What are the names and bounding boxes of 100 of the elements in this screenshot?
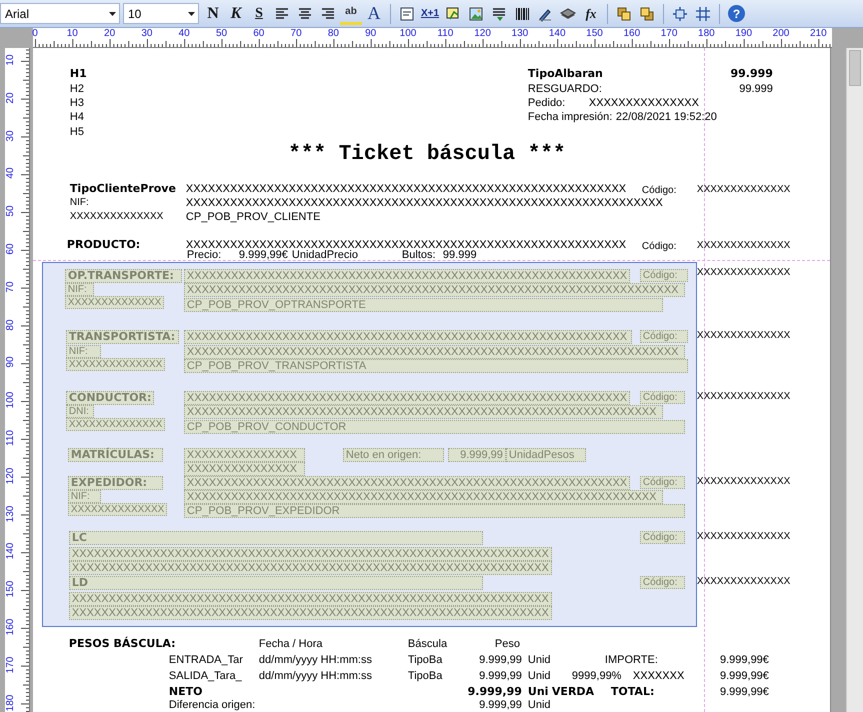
bold-button[interactable]: N — [202, 2, 224, 24]
ruler-number: 170 — [660, 29, 678, 39]
report-field: XXXXXXXXXXXXXX — [696, 330, 790, 341]
font-dropdown[interactable]: Arial — [0, 3, 120, 24]
report-field: XXXXXXXXXXXXXX — [696, 391, 790, 402]
report-field: NIF: — [66, 345, 101, 358]
report-heading: VERDA — [552, 686, 594, 698]
font-size-dropdown[interactable]: 10 — [123, 3, 199, 24]
report-field: 9.999,99€ — [700, 654, 769, 666]
report-field: XXXXXXXXXXXXXX — [68, 503, 168, 516]
report-field: CP_POB_PROV_OPTRANSPORTE — [184, 298, 663, 312]
formula-button[interactable]: fx — [580, 2, 602, 24]
ruler-number: 180 — [698, 29, 715, 39]
ruler-number: 140 — [548, 29, 566, 39]
report-field: Código: — [640, 531, 685, 544]
report-field: XXXXXXXXXXXXXXXXXXXXXXXXXXXXXXXXXXXXXXXXXXXXXXXXXXXXXXXXXXXXXXXXX — [186, 197, 663, 209]
italic-button[interactable]: K — [225, 2, 247, 24]
ruler-number: 150 — [6, 580, 16, 598]
report-field: XXXXXXXXXXXXXXXXXXXXXXXXXXXXXXXXXXXXXXXXXXXXXXXXXXXXXXXXXXXXXXXX — [184, 405, 663, 419]
report-field: XXXXXXXXXXXXXXXXXXXXXXXXXXXXXXXXXXXXXXXXXXXXXXXXXXXXXXXXXXXX — [184, 476, 630, 490]
ruler-number: 170 — [6, 656, 16, 674]
ruler-number: 210 — [810, 29, 827, 39]
ruler-number: 90 — [365, 29, 376, 39]
scrollbar[interactable] — [846, 48, 863, 712]
report-field: 9.999,99€ — [700, 686, 769, 698]
report-field: XXXXXXXXXXXXXXXXXXXXXXXXXXXXXXXXXXXXXXXXXXXXXXXXXXXXXXXXXXXXXXXXX — [68, 561, 552, 575]
ruler-number: 60 — [253, 29, 264, 39]
report-field: XXXXXXXXXXXXXXX — [588, 97, 699, 109]
report-field: Código: — [640, 476, 685, 489]
fontcolor-button[interactable]: A — [363, 2, 385, 24]
report-field: UnidadPesos — [506, 448, 586, 462]
ruler-number: 200 — [772, 29, 790, 39]
report-field: Unid — [528, 670, 551, 682]
report-field: NIF: — [70, 197, 89, 208]
report-field: Precio: — [186, 249, 222, 261]
highlight-button[interactable]: ab — [340, 2, 362, 24]
ruler-number: 90 — [6, 356, 16, 370]
report-heading: 9.999,99 — [466, 686, 522, 698]
report-field: XXXXXXXXXXXXXXXXXXXXXXXXXXXXXXXXXXXXXXXXXXXXXXXXXXXXXXXXXXXXXXXX — [184, 490, 663, 504]
ruler-number: 180 — [6, 694, 16, 712]
report-field: Unid — [528, 699, 551, 711]
report-field: RESGUARDO: — [528, 83, 602, 95]
report-field: Fecha / Hora — [258, 638, 323, 650]
report-field: H2 — [70, 83, 84, 95]
report-field: CP_POB_PROV_CONDUCTOR — [184, 420, 685, 434]
report-field: IMPORTE: — [604, 654, 658, 666]
report-field: XXXXXXXXXXXXXX — [696, 240, 790, 251]
ruler-number: 140 — [6, 542, 16, 560]
report-field: XXXXXXXXXXXXXX — [696, 476, 790, 487]
report-field: XXXXXXXXXXXXXX — [696, 184, 790, 195]
report-field: XXXXXXXXXXXXXX — [696, 531, 790, 542]
report-heading: CONDUCTOR: — [66, 391, 154, 405]
report-field: H3 — [70, 97, 84, 109]
report-field: TipoBa — [408, 670, 442, 682]
report-heading: TOTAL: — [610, 686, 654, 698]
stack-icon — [560, 6, 576, 22]
ruler-number: 190 — [735, 29, 752, 39]
report-field: 9.999,99 — [452, 699, 522, 711]
report-field: 9.999,99 — [452, 654, 522, 666]
report-field: DNI: — [66, 405, 94, 418]
report-heading: LC — [68, 531, 483, 545]
report-field: Código: — [640, 269, 688, 282]
report-field: SALIDA_Tara_ — [168, 670, 242, 682]
counter-button[interactable]: X+1 — [419, 2, 441, 24]
ruler-number: 30 — [6, 129, 16, 144]
report-heading: Uni — [528, 686, 548, 698]
ruler-number: 100 — [6, 391, 16, 410]
underline-button[interactable]: S — [248, 2, 270, 24]
report-heading: NETO — [168, 686, 202, 698]
report-heading: LD — [68, 576, 483, 590]
report-field: dd/mm/yyyy HH:mm:ss — [258, 654, 372, 666]
report-heading: TRANSPORTISTA: — [66, 330, 179, 344]
ruler-number: 130 — [512, 29, 528, 39]
report-field: Peso — [494, 638, 520, 650]
alignright-icon — [320, 6, 336, 22]
ruler-number: 20 — [104, 29, 116, 39]
report-field: 9.999,99 — [452, 670, 522, 682]
report-heading: MATRÍCULAS: — [68, 448, 163, 462]
report-field: ENTRADA_Tar — [168, 654, 243, 666]
report-heading: TipoClienteProve — [70, 183, 176, 195]
ruler-number: 120 — [6, 466, 16, 485]
report-field: XXXXXXXXXXXXXX — [696, 267, 790, 278]
alignleft-icon — [274, 6, 290, 22]
report-field: XXXXXXXXXXXXXX — [64, 296, 164, 309]
barcode-icon — [514, 6, 530, 22]
report-field: Diferencia origen: — [168, 699, 256, 711]
ruler-number: 150 — [586, 29, 603, 39]
report-field: XXXXXXXXXXXXXXXXXXXXXXXXXXXXXXXXXXXXXXXXXXXXXXXXXXXXXXXXXXXX — [186, 183, 626, 195]
ruler-number: 50 — [216, 29, 228, 39]
report-field: 9.999,99€ — [238, 249, 288, 261]
report-field: Unid — [528, 654, 551, 666]
report-field: XXXXXXXXXXXXXXXXXXXXXXXXXXXXXXXXXXXXXXXXXXXXXXXXXXXXXXXXXXXX — [184, 269, 630, 283]
ruler-number: 30 — [141, 29, 152, 39]
report-field: 99.999 — [442, 249, 477, 261]
help-button[interactable]: ? — [728, 5, 745, 22]
caret-icon — [109, 12, 116, 16]
report-heading: TipoAlbaran — [528, 68, 603, 80]
ruler-number: 70 — [6, 280, 16, 294]
report-field: XXXXXXXXXXXXXXX — [184, 448, 305, 462]
report-field: XXXXXXXXXXXXXXXXXXXXXXXXXXXXXXXXXXXXXXXXXXXXXXXXXXXXXXXXXXXXXXXXXXX — [184, 283, 685, 297]
